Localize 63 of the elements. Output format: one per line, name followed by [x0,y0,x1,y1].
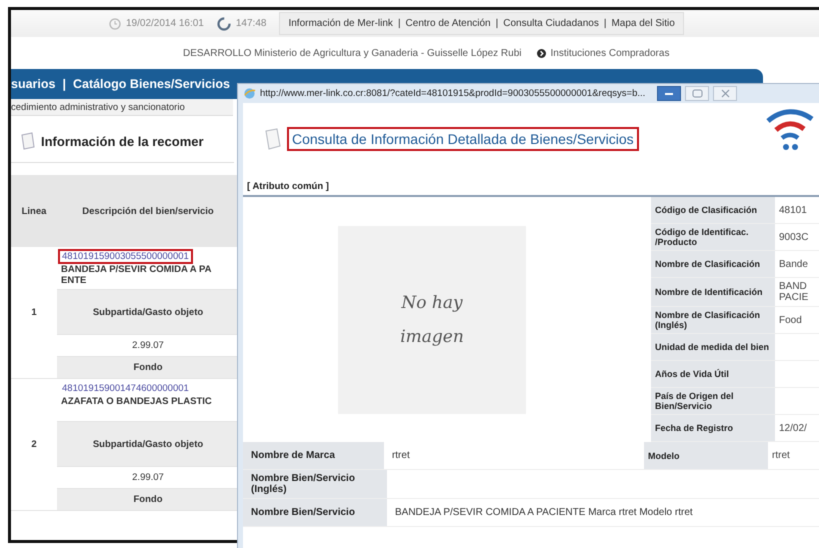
attribute-label: Nombre de Clasificación [651,251,775,277]
column-header: Descripción del bien/servicio [57,175,239,247]
item-description: BANDEJA P/SEVIR COMIDA A PA ENTE [60,264,212,286]
separator: | [496,18,498,29]
column-header: Linea [11,175,57,247]
separator: | [398,18,401,29]
no-image-text: imagen [400,326,464,346]
separator: | [604,18,606,29]
attribute-value: BAND PACIE [779,281,808,303]
attribute-label: Unidad de medida del bien [651,334,775,360]
arrow-circle-icon [536,48,546,58]
menu-item[interactable]: suarios [11,77,56,91]
attribute-value: rtret [772,450,790,461]
separator: | [62,77,66,91]
note-icon [263,128,283,150]
minimize-button[interactable] [657,86,682,101]
no-image-text: No hay [401,292,463,312]
attribute-label: Modelo [644,442,768,469]
menu-item[interactable]: Catálogo Bienes/Servicios [72,77,230,91]
attribute-value: BANDEJA P/SEVIR COMIDA A PACIENTE Marca rtret Modelo rtret [395,507,693,518]
restore-icon [692,89,703,98]
institutions-link[interactable]: Instituciones Compradoras [550,48,670,58]
globe-icon [243,87,256,100]
attribute-value: 9003C [779,232,808,242]
attribute-value: rtret [392,450,410,461]
timer-icon [216,16,231,30]
table-cell: Fondo [57,356,239,378]
close-button[interactable] [713,86,738,101]
item-description: AZAFATA O BANDEJAS PLASTIC [60,396,213,407]
page-icon [19,132,37,150]
nav-link[interactable]: Mapa del Sitio [611,18,675,29]
attribute-label: Nombre de Identificación [651,278,775,306]
attribute-value: Food [779,314,802,326]
attribute-label: País de Origen del Bien/Servicio [651,388,775,414]
attribute-value: 48101 [779,204,807,216]
item-code-link[interactable]: 481019159001474600000001 [58,381,193,396]
table-cell: Subpartida/Gasto objeto [57,290,239,334]
nav-link[interactable]: Información de Mer-link [288,18,393,29]
window-title: http://www.mer-link.co.cr:8081/?cateId=48101915&prodId=9003055500000001&reqsys=b... [260,88,646,99]
table-cell: Fondo [57,488,239,510]
attribute-label: Código de Identificac. /Producto [651,224,775,250]
attribute-label: Nombre Bien/Servicio (Inglés) [243,470,387,498]
attribute-value: 12/02/ [779,422,807,434]
attribute-label: Fecha de Registro [651,415,775,441]
attribute-label: Nombre de Clasificación (Inglés) [651,307,775,333]
attribute-value: Bande [779,258,808,270]
breadcrumb: cedimiento administrativo y sancionatorio [11,102,185,112]
attribute-label: Nombre Bien/Servicio [243,499,387,526]
nav-link[interactable]: Centro de Atención [406,18,491,29]
section-title: Información de la recomer [41,134,204,148]
attribute-label: Años de Vida Útil [651,361,775,387]
attribute-label: Código de Clasificación [651,197,775,223]
item-code-link[interactable]: 481019159003055500000001 [58,249,193,264]
user-info: DESARROLLO Ministerio de Agricultura y Ganaderia - Guisselle López Rubi [183,48,522,58]
heading-link[interactable]: Consulta de Información Detallada de Bienes/Servicios [287,127,639,151]
table-cell: Subpartida/Gasto objeto [57,422,239,466]
clock-icon [109,18,121,30]
nav-link[interactable]: Consulta Ciudadanos [503,18,599,29]
minimize-icon [664,92,674,96]
attribute-label: Nombre de Marca [243,442,384,469]
close-icon [720,89,730,98]
date-text: 19/02/2014 16:01 [126,18,204,29]
timer-text: 147:48 [236,18,266,29]
